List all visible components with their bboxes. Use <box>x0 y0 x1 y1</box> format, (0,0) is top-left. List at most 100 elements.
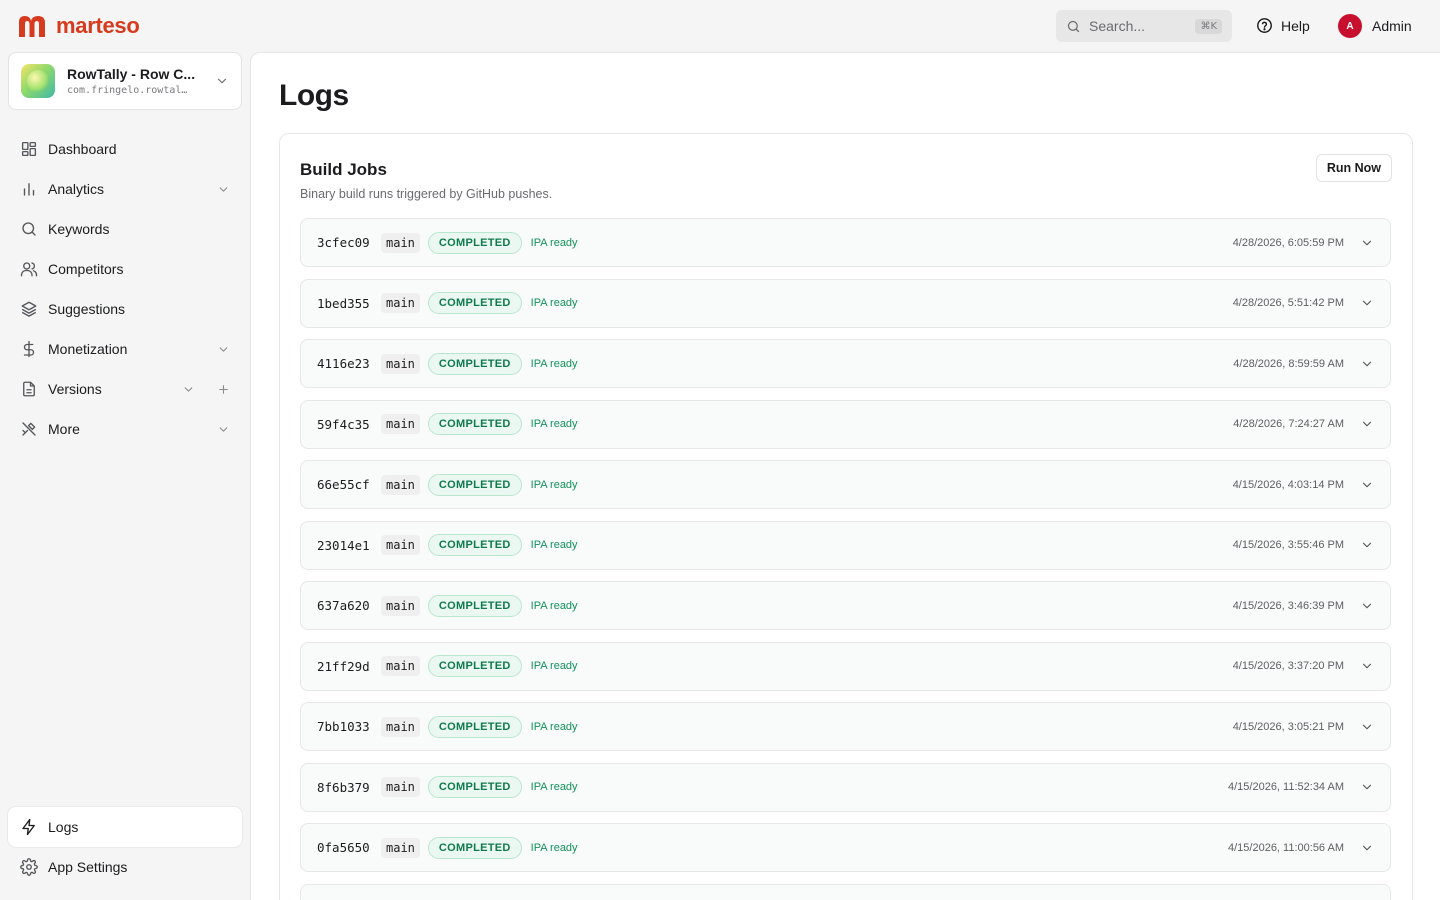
search-placeholder: Search... <box>1089 18 1146 34</box>
chevron-down-icon[interactable] <box>1360 599 1374 613</box>
marteso-logo-icon <box>19 16 45 37</box>
job-row[interactable]: 8f6b379 main COMPLETED IPA ready 4/15/20… <box>300 762 1391 812</box>
job-row[interactable] <box>300 883 1391 900</box>
artifact-note: IPA ready <box>530 781 578 793</box>
job-row[interactable]: 66e55cf main COMPLETED IPA ready 4/15/20… <box>300 460 1391 509</box>
sidebar-item-competitors[interactable]: Competitors <box>8 249 242 289</box>
bar-chart-icon <box>23 183 35 196</box>
commit-sha: 59f4c35 <box>317 416 370 432</box>
sidebar-item-versions[interactable]: Versions <box>8 369 242 409</box>
brand-logo[interactable]: marteso <box>16 13 140 39</box>
sidebar-item-suggestions[interactable]: Suggestions <box>8 289 242 329</box>
commit-sha: 3cfec09 <box>317 235 370 250</box>
commit-sha: 4116e23 <box>317 356 370 371</box>
job-row[interactable]: 59f4c35 main COMPLETED IPA ready 4/28/20… <box>300 399 1391 449</box>
sidebar-item-label: Competitors <box>48 261 124 277</box>
page-title: Logs <box>279 79 349 112</box>
sidebar-item-logs[interactable]: Logs <box>8 807 242 847</box>
commit-sha: 637a620 <box>317 598 370 613</box>
job-timestamp: 4/15/2026, 4:03:14 PM <box>1232 478 1344 491</box>
job-row[interactable]: 1bed355 main COMPLETED IPA ready 4/28/20… <box>300 278 1391 328</box>
status-badge: COMPLETED <box>427 594 522 617</box>
chevron-down-icon <box>217 78 227 84</box>
sidebar-item-label: Keywords <box>48 221 110 237</box>
chevron-down-icon[interactable] <box>1360 478 1374 492</box>
chevron-down-icon[interactable] <box>182 383 195 396</box>
sidebar-item-label: App Settings <box>48 859 128 875</box>
sidebar-item-monetization[interactable]: Monetization <box>8 329 242 369</box>
branch-badge: main <box>381 353 420 374</box>
job-row[interactable]: 0fa5650 main COMPLETED IPA ready 4/15/20… <box>300 823 1391 872</box>
card-subtitle: Binary build runs triggered by GitHub pu… <box>300 187 553 201</box>
sidebar-item-label: Monetization <box>48 341 128 357</box>
app-switcher[interactable]: RowTally - Row C... com.fringelo.rowtal… <box>8 52 242 110</box>
status-badge: COMPLETED <box>427 473 522 496</box>
commit-sha: 66e55cf <box>317 477 370 492</box>
chevron-down-icon[interactable] <box>217 183 230 196</box>
chevron-down-icon[interactable] <box>1360 659 1374 673</box>
dashboard-icon <box>21 141 37 157</box>
sidebar-item-label: Suggestions <box>48 301 126 317</box>
job-timestamp: 4/15/2026, 11:00:56 AM <box>1228 841 1344 854</box>
chevron-down-icon[interactable] <box>1360 780 1374 794</box>
job-row[interactable]: 4116e23 main COMPLETED IPA ready 4/28/20… <box>300 339 1391 388</box>
branch-badge: main <box>381 656 420 676</box>
job-timestamp: 4/15/2026, 3:55:46 PM <box>1232 539 1344 551</box>
sidebar-item-label: More <box>48 421 80 437</box>
tools-icon <box>22 422 36 436</box>
document-icon <box>23 381 35 397</box>
artifact-note: IPA ready <box>530 297 578 309</box>
sidebar-item-label: Analytics <box>48 181 105 197</box>
sidebar-item-analytics[interactable]: Analytics <box>8 169 242 209</box>
job-timestamp: 4/28/2026, 6:05:59 PM <box>1232 236 1344 249</box>
job-row[interactable]: 7bb1033 main COMPLETED IPA ready 4/15/20… <box>300 702 1391 751</box>
run-now-button[interactable]: Run Now <box>1315 154 1392 182</box>
chevron-down-icon[interactable] <box>1360 357 1374 371</box>
job-row[interactable]: 637a620 main COMPLETED IPA ready 4/15/20… <box>300 581 1391 630</box>
build-jobs-list: 3cfec09 main COMPLETED IPA ready 4/28/20… <box>300 218 1391 900</box>
sidebar-item-more[interactable]: More <box>8 409 242 449</box>
chevron-down-icon[interactable] <box>1360 841 1374 855</box>
chevron-down-icon[interactable] <box>217 343 230 356</box>
help-button[interactable]: Help <box>1256 17 1310 34</box>
artifact-note: IPA ready <box>530 357 578 370</box>
avatar: A <box>1338 14 1362 38</box>
branch-badge: main <box>381 716 420 737</box>
commit-sha: 21ff29d <box>317 658 370 674</box>
chevron-down-icon[interactable] <box>1360 720 1374 734</box>
user-name: Admin <box>1372 18 1412 34</box>
chevron-down-icon[interactable] <box>1360 538 1374 552</box>
branch-badge: main <box>381 293 420 313</box>
status-badge: COMPLETED <box>427 655 522 677</box>
user-menu[interactable]: A Admin <box>1338 14 1412 38</box>
branch-badge: main <box>381 474 420 495</box>
branch-badge: main <box>381 595 420 616</box>
search-bar[interactable]: Search... ⌘K <box>1056 10 1232 42</box>
sidebar-item-app-settings[interactable]: App Settings <box>8 847 242 887</box>
job-row[interactable]: 23014e1 main COMPLETED IPA ready 4/15/20… <box>300 520 1391 570</box>
commit-sha: 1bed355 <box>317 295 370 311</box>
branch-badge: main <box>381 232 420 253</box>
search-icon <box>22 222 36 236</box>
chevron-down-icon[interactable] <box>1360 417 1374 431</box>
artifact-note: IPA ready <box>530 660 578 672</box>
job-timestamp: 4/28/2026, 8:59:59 AM <box>1233 357 1344 370</box>
job-row[interactable]: 21ff29d main COMPLETED IPA ready 4/15/20… <box>300 641 1391 691</box>
brand-name: marteso <box>56 13 140 38</box>
sidebar-item-label: Dashboard <box>48 141 117 157</box>
sidebar-item-dashboard[interactable]: Dashboard <box>8 129 242 169</box>
chevron-down-icon[interactable] <box>217 423 230 436</box>
status-badge: COMPLETED <box>427 292 522 314</box>
commit-sha: 8f6b379 <box>317 779 370 795</box>
job-row[interactable]: 3cfec09 main COMPLETED IPA ready 4/28/20… <box>300 218 1391 267</box>
status-badge: COMPLETED <box>427 413 522 435</box>
app-meta: RowTally - Row C... com.fringelo.rowtal… <box>67 66 209 96</box>
chevron-down-icon[interactable] <box>1360 236 1374 250</box>
status-badge: COMPLETED <box>427 534 522 556</box>
job-timestamp: 4/15/2026, 3:37:20 PM <box>1232 660 1344 672</box>
status-badge: COMPLETED <box>427 776 522 798</box>
plus-icon[interactable] <box>217 383 230 396</box>
gear-icon <box>20 858 38 876</box>
chevron-down-icon[interactable] <box>1360 296 1374 310</box>
sidebar-item-keywords[interactable]: Keywords <box>8 209 242 249</box>
